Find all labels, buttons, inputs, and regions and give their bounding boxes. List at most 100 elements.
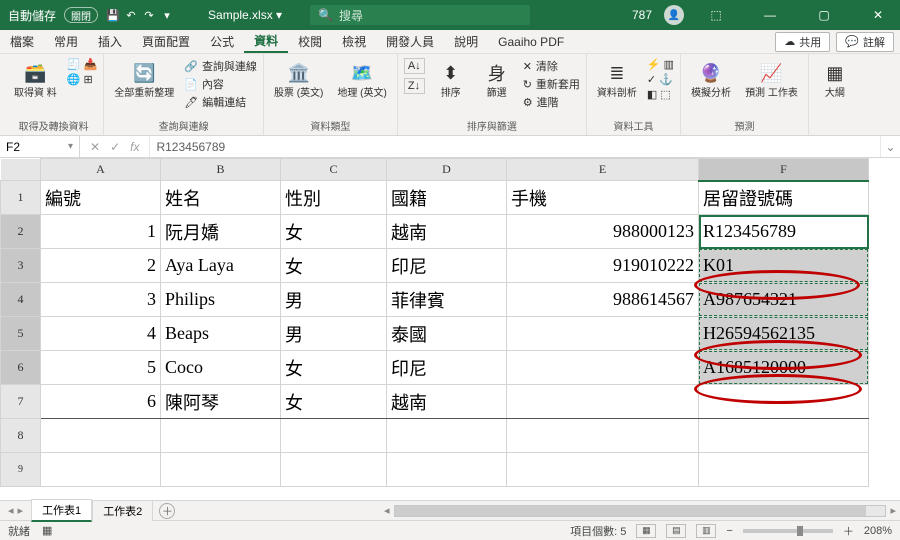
advanced[interactable]: ⚙ 進階 xyxy=(523,94,580,110)
fx-icon[interactable]: fx xyxy=(130,140,139,154)
clear-filter[interactable]: ✕ 清除 xyxy=(523,58,580,74)
cell[interactable]: 越南 xyxy=(387,215,507,249)
camera-icon[interactable]: ▾ xyxy=(160,8,174,22)
cell[interactable]: 女 xyxy=(281,249,387,283)
filter-button[interactable]: ⾝篩選 xyxy=(477,58,517,101)
cell[interactable]: 3 xyxy=(41,283,161,317)
sort-asc[interactable]: A↓ xyxy=(404,58,425,74)
refresh-all-button[interactable]: 🔄全部重新整理 xyxy=(110,58,178,101)
row-7[interactable]: 7 xyxy=(1,385,41,419)
cell[interactable]: 2 xyxy=(41,249,161,283)
redo-icon[interactable]: ↷ xyxy=(142,8,156,22)
macro-icon[interactable]: ▦ xyxy=(42,524,52,537)
sheet-next-icon[interactable]: ▸ xyxy=(18,504,24,517)
cell[interactable]: 陳阿琴 xyxy=(161,385,281,419)
cell[interactable] xyxy=(507,317,699,351)
view-pagebreak-icon[interactable]: ▥ xyxy=(696,524,716,538)
view-pagelayout-icon[interactable]: ▤ xyxy=(666,524,686,538)
cell[interactable] xyxy=(699,385,869,419)
cell[interactable]: 越南 xyxy=(387,385,507,419)
cell[interactable] xyxy=(507,453,699,487)
row-6[interactable]: 6 xyxy=(1,351,41,385)
cell[interactable]: 姓名 xyxy=(161,181,281,215)
text-to-columns[interactable]: ≣資料剖析 xyxy=(593,58,641,101)
tab-insert[interactable]: 插入 xyxy=(88,30,132,53)
window-close[interactable]: ✕ xyxy=(856,0,900,30)
cell[interactable]: A987654321 xyxy=(699,283,869,317)
undo-icon[interactable]: ↶ xyxy=(124,8,138,22)
col-D[interactable]: D xyxy=(387,159,507,181)
cell[interactable]: 居留證號碼 xyxy=(699,181,869,215)
whatif-button[interactable]: 🔮模擬分析 xyxy=(687,58,735,101)
active-cell[interactable]: R123456789 xyxy=(699,215,869,249)
row-5[interactable]: 5 xyxy=(1,317,41,351)
zoom-level[interactable]: 208% xyxy=(864,525,892,537)
cell[interactable]: 印尼 xyxy=(387,351,507,385)
zoom-slider[interactable] xyxy=(743,529,833,533)
source-icons[interactable]: 🧾 📥🌐 ⊞ xyxy=(67,58,97,86)
cell[interactable]: 女 xyxy=(281,385,387,419)
share-button[interactable]: ☁ 共用 xyxy=(775,32,830,52)
zoom-in-icon[interactable]: ＋ xyxy=(843,523,854,539)
sort-button[interactable]: ⬍排序 xyxy=(431,58,471,101)
tab-help[interactable]: 說明 xyxy=(444,30,488,53)
user-avatar[interactable]: 👤 xyxy=(664,5,684,25)
cell[interactable] xyxy=(41,453,161,487)
comments-button[interactable]: 💬 註解 xyxy=(836,32,894,52)
cell[interactable] xyxy=(507,351,699,385)
row-1[interactable]: 1 xyxy=(1,181,41,215)
col-A[interactable]: A xyxy=(41,159,161,181)
select-all[interactable] xyxy=(1,159,41,181)
file-name[interactable]: Sample.xlsx ▾ xyxy=(208,8,282,22)
formula-text[interactable]: R123456789 xyxy=(150,136,880,157)
tab-developer[interactable]: 開發人員 xyxy=(376,30,444,53)
cell[interactable] xyxy=(281,453,387,487)
cell[interactable]: 988000123 xyxy=(507,215,699,249)
tab-file[interactable]: 檔案 xyxy=(0,30,44,53)
cell[interactable] xyxy=(41,419,161,453)
cell[interactable]: 4 xyxy=(41,317,161,351)
ribbon-mode-icon[interactable]: ⬚ xyxy=(694,0,738,30)
get-data-button[interactable]: 🗃️取得資 料 xyxy=(10,58,61,101)
tab-review[interactable]: 校閱 xyxy=(288,30,332,53)
cell[interactable]: H26594562135 xyxy=(699,317,869,351)
view-normal-icon[interactable]: ▦ xyxy=(636,524,656,538)
autosave-toggle[interactable]: 關閉 xyxy=(64,7,98,23)
cell[interactable]: 6 xyxy=(41,385,161,419)
cell[interactable]: Aya Laya xyxy=(161,249,281,283)
tab-formulas[interactable]: 公式 xyxy=(200,30,244,53)
cell[interactable]: 菲律賓 xyxy=(387,283,507,317)
cell[interactable]: 性別 xyxy=(281,181,387,215)
cell[interactable] xyxy=(281,419,387,453)
cell[interactable] xyxy=(507,385,699,419)
add-sheet-button[interactable]: ＋ xyxy=(159,503,175,519)
cell[interactable]: Coco xyxy=(161,351,281,385)
name-box[interactable]: F2▾ xyxy=(0,136,80,157)
cell[interactable]: 阮月嬌 xyxy=(161,215,281,249)
cancel-icon[interactable]: ✕ xyxy=(90,140,100,154)
cell[interactable]: 988614567 xyxy=(507,283,699,317)
tab-layout[interactable]: 頁面配置 xyxy=(132,30,200,53)
row-3[interactable]: 3 xyxy=(1,249,41,283)
tab-home[interactable]: 常用 xyxy=(44,30,88,53)
forecast-sheet[interactable]: 📈預測 工作表 xyxy=(741,58,802,101)
cell[interactable]: 男 xyxy=(281,283,387,317)
stocks-button[interactable]: 🏛️股票 (英文) xyxy=(270,58,327,101)
cell[interactable]: 印尼 xyxy=(387,249,507,283)
enter-icon[interactable]: ✓ xyxy=(110,140,120,154)
tab-view[interactable]: 檢視 xyxy=(332,30,376,53)
sheet-prev-icon[interactable]: ◂ xyxy=(8,504,14,517)
tool-icons[interactable]: ⚡ ▥✓ ⚓◧ ⬚ xyxy=(647,58,674,101)
cell[interactable] xyxy=(699,419,869,453)
cell[interactable]: 5 xyxy=(41,351,161,385)
cell[interactable]: 國籍 xyxy=(387,181,507,215)
cell[interactable]: 女 xyxy=(281,215,387,249)
cell[interactable] xyxy=(699,453,869,487)
col-B[interactable]: B xyxy=(161,159,281,181)
cell[interactable]: 泰國 xyxy=(387,317,507,351)
cell[interactable]: 手機 xyxy=(507,181,699,215)
window-restore[interactable]: ▢ xyxy=(802,0,846,30)
row-4[interactable]: 4 xyxy=(1,283,41,317)
cell[interactable]: Beaps xyxy=(161,317,281,351)
col-C[interactable]: C xyxy=(281,159,387,181)
